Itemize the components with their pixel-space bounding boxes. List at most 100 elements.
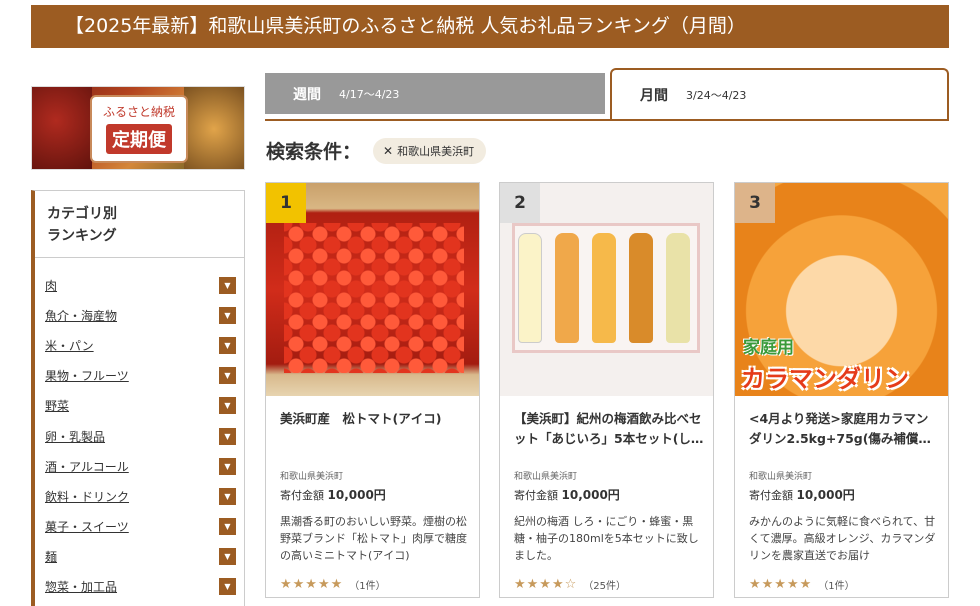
- chevron-down-icon[interactable]: ▼: [219, 367, 236, 385]
- category-item: 果物・フルーツ ▼: [35, 361, 244, 391]
- rank-badge: 3: [735, 183, 775, 223]
- banner-line1: ふるさと納税: [102, 105, 175, 119]
- product-title[interactable]: 美浜町産 松トマト(アイコ): [280, 409, 470, 449]
- tomato-pattern: [284, 223, 464, 373]
- category-link[interactable]: 肉: [45, 277, 57, 294]
- chevron-down-icon[interactable]: ▼: [219, 487, 236, 505]
- product-title[interactable]: 【美浜町】紀州の梅酒飲み比べセット「あじいろ」5本セット(し…: [514, 409, 704, 449]
- product-price: 寄付金額 10,000円: [749, 486, 939, 503]
- category-ranking-panel: カテゴリ別 ランキング 肉 ▼ 魚介・海産物 ▼ 米・パン ▼ 果物・フルーツ ▼ 野菜…: [31, 190, 245, 606]
- category-title-line2: ランキング: [47, 228, 117, 244]
- chevron-down-icon[interactable]: ▼: [219, 548, 236, 566]
- search-chip[interactable]: ✕ 和歌山県美浜町: [373, 137, 487, 164]
- period-tabs: 週間 4/17〜4/23 月間 3/24〜4/23: [265, 68, 949, 120]
- product-municipality: 和歌山県美浜町: [749, 472, 813, 482]
- category-item: 菓子・スイーツ ▼: [35, 512, 244, 542]
- tab-underline: [265, 119, 949, 121]
- bottle-icon: [629, 233, 653, 343]
- price-label: 寄付金額: [514, 489, 558, 502]
- product-body: <4月より発送>家庭用カラマンダリン2.5kg+75g(傷み補償… 和歌山県美浜…: [749, 409, 939, 592]
- banner-food-image: [184, 87, 244, 169]
- tab-weekly-label: 週間: [293, 86, 321, 103]
- rank-badge: 1: [266, 183, 306, 223]
- subscription-banner[interactable]: ふるさと納税 定期便: [31, 86, 245, 170]
- category-item: 惣菜・加工品 ▼: [35, 572, 244, 602]
- bottle-icon: [666, 233, 690, 343]
- category-link[interactable]: 米・パン: [45, 337, 94, 354]
- star-rating-icon: ★★★★★: [280, 577, 344, 592]
- tab-weekly-dates: 4/17〜4/23: [339, 87, 400, 101]
- category-link[interactable]: 果物・フルーツ: [45, 367, 129, 384]
- category-link[interactable]: 惣菜・加工品: [45, 578, 117, 595]
- category-item: 卵・乳製品 ▼: [35, 421, 244, 451]
- review-count: （1件）: [349, 581, 386, 592]
- category-link[interactable]: 飲料・ドリンク: [45, 488, 129, 505]
- category-link[interactable]: 菓子・スイーツ: [45, 518, 129, 535]
- search-conditions-label: 検索条件：: [266, 141, 362, 163]
- product-price: 寄付金額 10,000円: [514, 486, 704, 503]
- chevron-down-icon[interactable]: ▼: [219, 336, 236, 354]
- close-icon[interactable]: ✕: [383, 144, 393, 158]
- product-municipality: 和歌山県美浜町: [514, 472, 578, 482]
- product-description: 黒潮香る町のおいしい野菜。煙樹の松野菜ブランド「松トマト」肉厚で糖度の高いミニト…: [280, 515, 467, 562]
- review-count: （25件）: [583, 581, 627, 592]
- category-link[interactable]: 酒・アルコール: [45, 458, 129, 475]
- category-link[interactable]: 麺: [45, 548, 57, 565]
- product-title[interactable]: <4月より発送>家庭用カラマンダリン2.5kg+75g(傷み補償…: [749, 409, 939, 449]
- tab-monthly-label: 月間: [640, 88, 668, 104]
- category-link[interactable]: 卵・乳製品: [45, 428, 105, 445]
- bottle-icon: [555, 233, 579, 343]
- product-description: みかんのように気軽に食べられて、甘くて濃厚。高級オレンジ、カラマンダリンを農家直…: [749, 515, 936, 562]
- price-amount: 10,000円: [796, 488, 855, 502]
- banner-tag: ふるさと納税 定期便: [90, 95, 188, 163]
- category-item: 米・パン ▼: [35, 330, 244, 360]
- tab-monthly[interactable]: 月間 3/24〜4/23: [610, 68, 949, 120]
- category-item: 飲料・ドリンク ▼: [35, 481, 244, 511]
- star-rating-icon: ★★★★★: [749, 577, 813, 592]
- product-body: 【美浜町】紀州の梅酒飲み比べセット「あじいろ」5本セット(し… 和歌山県美浜町 …: [514, 409, 704, 592]
- product-municipality: 和歌山県美浜町: [280, 472, 344, 482]
- chevron-down-icon[interactable]: ▼: [219, 427, 236, 445]
- product-card[interactable]: 1 美浜町産 松トマト(アイコ) 和歌山県美浜町 寄付金額 10,000円 黒潮…: [265, 182, 480, 598]
- product-card[interactable]: 2 【美浜町】紀州の梅酒飲み比べセット「あじいろ」5本セット(し… 和歌山県美浜…: [499, 182, 714, 598]
- category-item: 酒・アルコール ▼: [35, 451, 244, 481]
- price-label: 寄付金額: [749, 489, 793, 502]
- rank-badge: 2: [500, 183, 540, 223]
- review-count: （1件）: [818, 581, 855, 592]
- product-body: 美浜町産 松トマト(アイコ) 和歌山県美浜町 寄付金額 10,000円 黒潮香る…: [280, 409, 470, 592]
- chevron-down-icon[interactable]: ▼: [219, 457, 236, 475]
- bottle-icon: [518, 233, 542, 343]
- category-item: 麺 ▼: [35, 542, 244, 572]
- image-caption: 家庭用: [743, 338, 794, 358]
- category-item: 肉 ▼: [35, 270, 244, 300]
- price-amount: 10,000円: [327, 488, 386, 502]
- chevron-down-icon[interactable]: ▼: [219, 306, 236, 324]
- banner-line2: 定期便: [106, 124, 172, 154]
- product-description: 紀州の梅酒 しろ・にごり・蜂蜜・黒糖・柚子の180mlを5本セットに致しました。: [514, 515, 699, 562]
- product-rating: ★★★★☆ （25件）: [514, 577, 704, 592]
- category-item: 野菜 ▼: [35, 391, 244, 421]
- category-link[interactable]: 野菜: [45, 397, 69, 414]
- tab-monthly-dates: 3/24〜4/23: [686, 89, 747, 102]
- chevron-down-icon[interactable]: ▼: [219, 518, 236, 536]
- price-label: 寄付金額: [280, 489, 324, 502]
- category-link[interactable]: 魚介・海産物: [45, 307, 117, 324]
- category-item: 魚介・海産物 ▼: [35, 300, 244, 330]
- product-rating: ★★★★★ （1件）: [749, 577, 939, 592]
- bottle-icon: [592, 233, 616, 343]
- tab-weekly[interactable]: 週間 4/17〜4/23: [265, 73, 605, 114]
- search-chip-label: 和歌山県美浜町: [397, 144, 475, 158]
- product-card[interactable]: 家庭用 カラマンダリン 3 <4月より発送>家庭用カラマンダリン2.5kg+75…: [734, 182, 949, 598]
- category-title-line1: カテゴリ別: [47, 206, 117, 222]
- search-conditions: 検索条件： ✕ 和歌山県美浜町: [266, 137, 487, 164]
- category-ranking-title: カテゴリ別 ランキング: [35, 191, 244, 258]
- image-caption: カラマンダリン: [741, 365, 909, 393]
- star-rating-icon: ★★★★☆: [514, 577, 578, 592]
- product-price: 寄付金額 10,000円: [280, 486, 470, 503]
- chevron-down-icon[interactable]: ▼: [219, 578, 236, 596]
- page-title: 【2025年最新】和歌山県美浜町のふるさと納税 人気お礼品ランキング（月間）: [31, 5, 949, 48]
- product-rating: ★★★★★ （1件）: [280, 577, 470, 592]
- banner-food-image: [32, 87, 92, 169]
- chevron-down-icon[interactable]: ▼: [219, 276, 236, 294]
- chevron-down-icon[interactable]: ▼: [219, 397, 236, 415]
